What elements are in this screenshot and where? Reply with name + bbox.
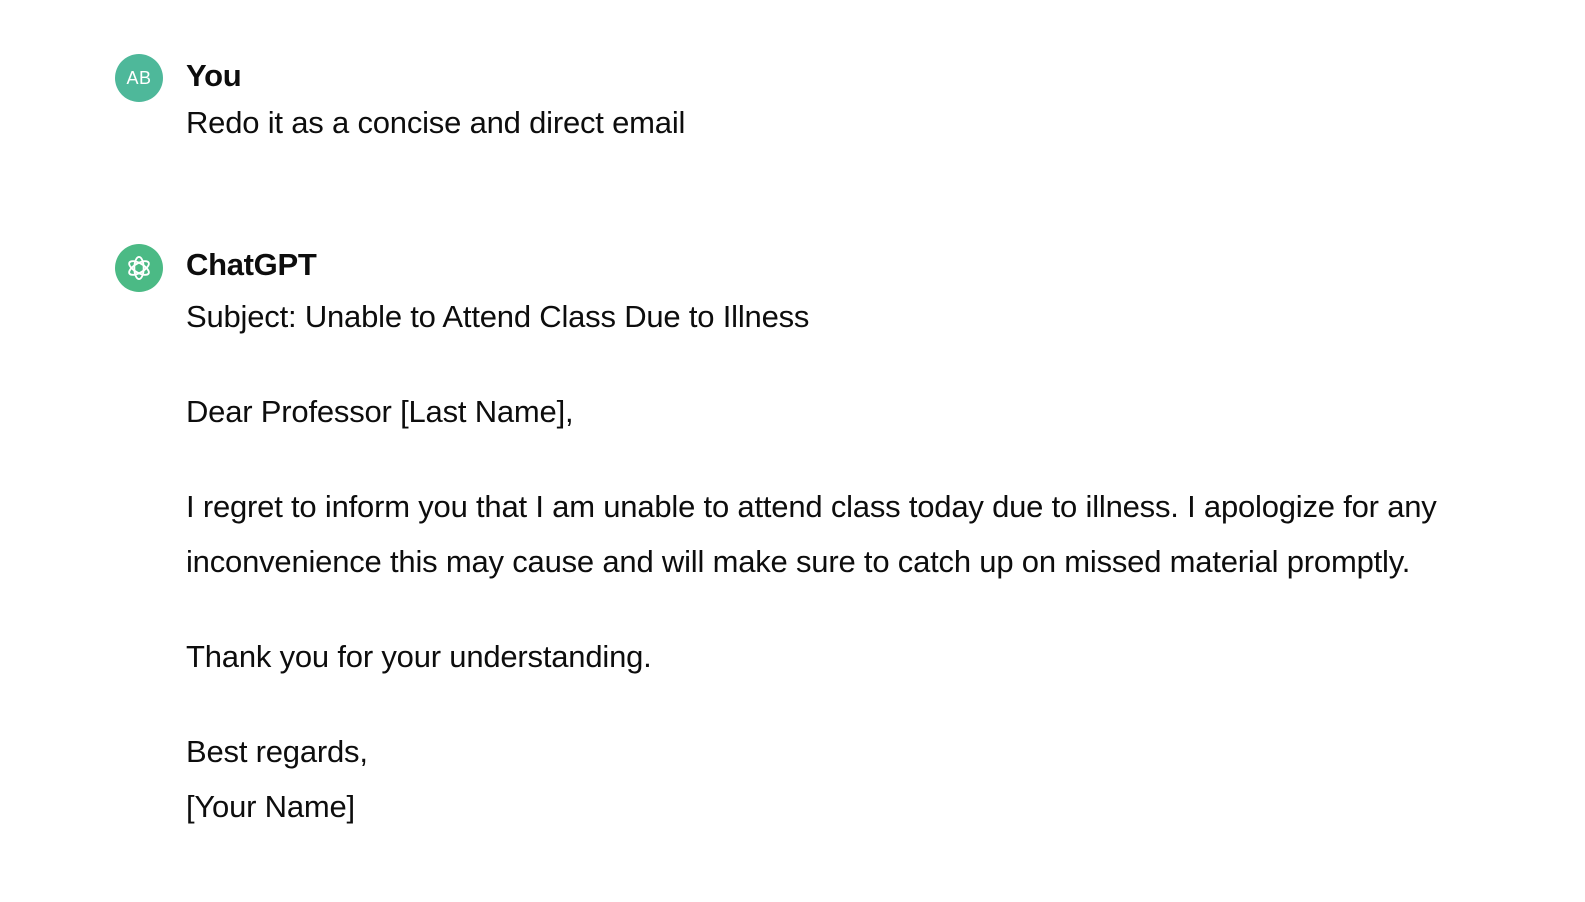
openai-logo-icon: [128, 256, 150, 280]
email-body: I regret to inform you that I am unable …: [186, 489, 1437, 579]
user-avatar-initials: AB: [126, 67, 152, 88]
email-greeting: Dear Professor [Last Name],: [186, 394, 574, 429]
email-thanks: Thank you for your understanding.: [186, 639, 652, 674]
user-author-name: You: [186, 58, 242, 93]
user-message-text: Redo it as a concise and direct email: [186, 105, 686, 140]
email-closing: Best regards, [Your Name]: [186, 734, 368, 824]
email-subject: Subject: Unable to Attend Class Due to I…: [186, 299, 810, 334]
assistant-message-body: Subject: Unable to Attend Class Due to I…: [186, 289, 1525, 834]
assistant-author-name: ChatGPT: [186, 247, 317, 282]
user-avatar: AB: [115, 54, 163, 102]
assistant-avatar: [115, 244, 163, 292]
